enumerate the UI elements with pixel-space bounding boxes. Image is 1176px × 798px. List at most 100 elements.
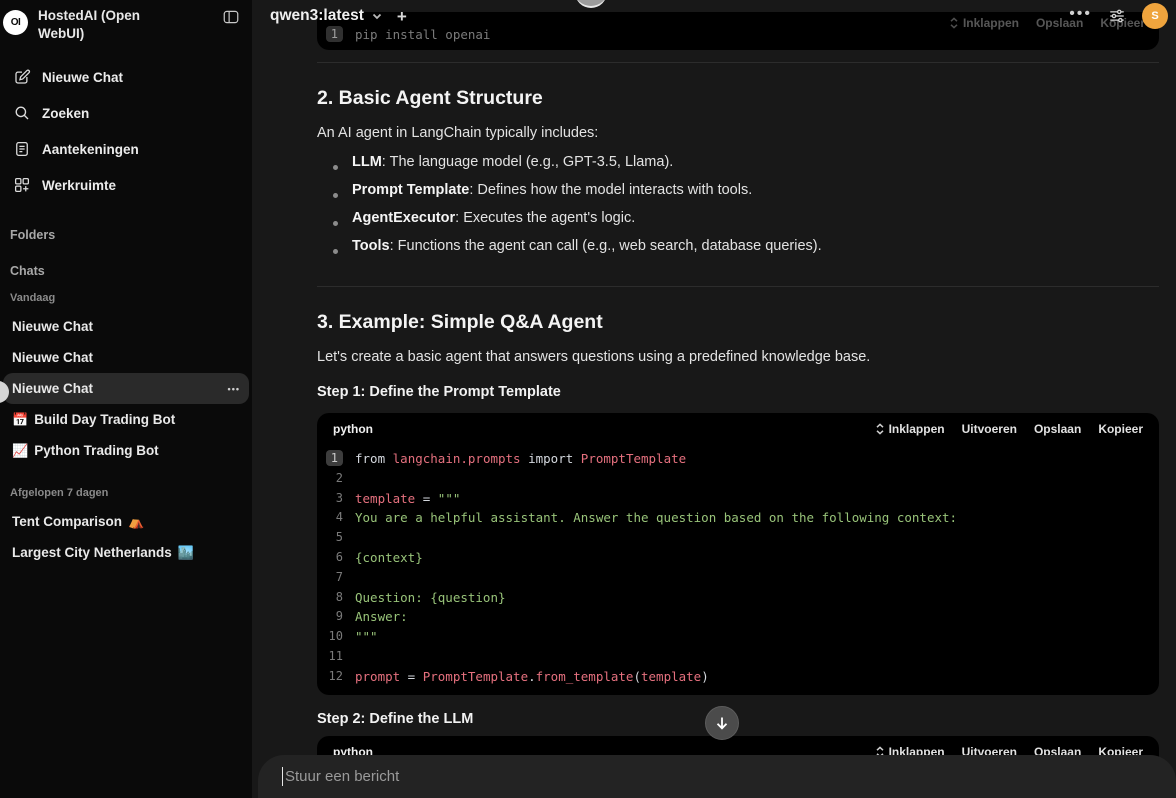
bullet-text: Prompt Template: Defines how the model i… bbox=[352, 182, 752, 198]
chat-item[interactable]: Largest City Netherlands🏙️ bbox=[3, 537, 249, 568]
inklappen-button[interactable]: Inklappen bbox=[875, 422, 945, 436]
uitvoeren-button[interactable]: Uitvoeren bbox=[962, 422, 1017, 436]
code-text: from langchain.prompts import PromptTemp… bbox=[355, 449, 686, 469]
opslaan-button[interactable]: Opslaan bbox=[1034, 422, 1081, 436]
chat-list-week: Tent Comparison ⛺ Largest City Netherlands… bbox=[0, 506, 252, 568]
bullet-dot bbox=[333, 165, 338, 170]
bullet-dot bbox=[333, 249, 338, 254]
code-language-label: python bbox=[333, 422, 373, 436]
chat-item-title: Nieuwe Chat bbox=[12, 319, 93, 334]
line-number: 4 bbox=[317, 508, 343, 528]
line-number: 5 bbox=[317, 528, 343, 548]
folders-section-label[interactable]: Folders bbox=[0, 225, 252, 245]
bullet-dot bbox=[333, 221, 338, 226]
section-heading: 2. Basic Agent Structure bbox=[317, 87, 1159, 110]
line-number: 3 bbox=[317, 489, 343, 509]
chats-section-label[interactable]: Chats bbox=[0, 261, 252, 281]
sidebar: OI HostedAI (Open WebUI) Nieuwe Chat Zoek… bbox=[0, 0, 252, 798]
tent-emoji: ⛺ bbox=[128, 514, 144, 530]
sidebar-menu: Nieuwe Chat Zoeken Aantekeningen Werkruimte bbox=[0, 59, 252, 203]
line-number: 6 bbox=[317, 548, 343, 568]
message-input-placeholder: Stuur een bericht bbox=[285, 768, 399, 785]
code-text: template = """ bbox=[355, 489, 460, 509]
chat-item-title: Nieuwe Chat bbox=[12, 381, 93, 396]
sidebar-item-werkruimte[interactable]: Werkruimte bbox=[0, 167, 252, 203]
scroll-to-bottom-button[interactable] bbox=[705, 706, 739, 740]
sidebar-item-nieuwe-chat[interactable]: Nieuwe Chat bbox=[0, 59, 252, 95]
app-title: HostedAI (Open WebUI) bbox=[38, 7, 168, 43]
chat-item[interactable]: Nieuwe Chat bbox=[3, 342, 249, 373]
code-text: prompt = PromptTemplate.from_template(te… bbox=[355, 667, 709, 687]
line-number: 10 bbox=[317, 627, 343, 647]
collapse-icon bbox=[875, 423, 885, 435]
chat-item-menu-icon[interactable]: ••• bbox=[228, 384, 240, 394]
chart-up-emoji: 📈 bbox=[12, 443, 28, 459]
bullet-text: Tools: Functions the agent can call (e.g… bbox=[352, 238, 822, 254]
sidebar-item-label: Aantekeningen bbox=[42, 142, 139, 157]
step1-label: Step 1: Define the Prompt Template bbox=[317, 384, 1159, 400]
code-body: 1 from langchain.prompts import PromptTem… bbox=[317, 445, 1159, 695]
code-text: """ bbox=[355, 627, 378, 647]
chat-item-title: Tent Comparison bbox=[12, 514, 122, 529]
line-number: 2 bbox=[317, 469, 343, 489]
message-divider bbox=[317, 62, 1159, 63]
main-area: qwen3:latest + ••• S bbox=[252, 0, 1176, 798]
sidebar-item-aantekeningen[interactable]: Aantekeningen bbox=[0, 131, 252, 167]
notes-icon bbox=[13, 140, 31, 158]
code-line: 3 template = """ bbox=[317, 489, 1159, 509]
line-number: 8 bbox=[317, 588, 343, 608]
sidebar-item-label: Nieuwe Chat bbox=[42, 70, 123, 85]
code-block-header: python Inklappen Uitvoeren Opslaan Kopieer bbox=[317, 413, 1159, 445]
bullet-item: Tools: Functions the agent can call (e.g… bbox=[317, 238, 1159, 266]
code-text: Answer: bbox=[355, 607, 408, 627]
chat-item[interactable]: Nieuwe Chat bbox=[3, 311, 249, 342]
markdown-section-3: 3. Example: Simple Q&A Agent Let's creat… bbox=[317, 311, 1159, 365]
line-number: 11 bbox=[317, 647, 343, 667]
cityscape-emoji: 🏙️ bbox=[178, 545, 194, 561]
topbar-right: ••• S bbox=[1069, 3, 1168, 29]
button-label: Inklappen bbox=[889, 422, 945, 436]
sidebar-header: OI HostedAI (Open WebUI) bbox=[0, 0, 252, 43]
kopieer-button[interactable]: Kopieer bbox=[1098, 422, 1143, 436]
bullet-text: LLM: The language model (e.g., GPT-3.5, … bbox=[352, 154, 673, 170]
chat-item[interactable]: Nieuwe Chat ••• bbox=[3, 373, 249, 404]
sidebar-toggle-icon[interactable] bbox=[222, 8, 240, 31]
controls-sliders-icon[interactable] bbox=[1108, 7, 1126, 25]
today-section-label: Vandaag bbox=[0, 291, 252, 305]
message-input[interactable]: Stuur een bericht bbox=[258, 755, 1176, 798]
code-line: 4You are a helpful assistant. Answer the… bbox=[317, 508, 1159, 528]
sidebar-item-label: Werkruimte bbox=[42, 178, 116, 193]
code-line: 7 bbox=[317, 568, 1159, 588]
chat-item-title: Nieuwe Chat bbox=[12, 350, 93, 365]
text-caret bbox=[282, 767, 283, 786]
more-options-icon[interactable]: ••• bbox=[1069, 5, 1092, 23]
app-logo-text: OI bbox=[11, 17, 21, 28]
bullet-item: LLM: The language model (e.g., GPT-3.5, … bbox=[317, 154, 1159, 182]
code-line: 5 bbox=[317, 528, 1159, 548]
app-logo[interactable]: OI bbox=[3, 10, 28, 35]
button-label: Kopieer bbox=[1098, 422, 1143, 436]
markdown-section-2: 2. Basic Agent Structure An AI agent in … bbox=[317, 87, 1159, 266]
chat-item[interactable]: 📈 Python Trading Bot bbox=[3, 435, 249, 466]
chat-item[interactable]: Tent Comparison ⛺ bbox=[3, 506, 249, 537]
bullet-item: Prompt Template: Defines how the model i… bbox=[317, 182, 1159, 210]
code-text: {context} bbox=[355, 548, 423, 568]
model-selector[interactable]: qwen3:latest + bbox=[270, 7, 407, 25]
new-chat-icon bbox=[13, 68, 31, 86]
code-line: 9Answer: bbox=[317, 607, 1159, 627]
code-text: Question: {question} bbox=[355, 588, 506, 608]
user-avatar[interactable]: S bbox=[1142, 3, 1168, 29]
chat-list-today: Nieuwe Chat Nieuwe Chat Nieuwe Chat ••• 📅Bui… bbox=[0, 311, 252, 466]
code-line: 1 from langchain.prompts import PromptTem… bbox=[317, 449, 1159, 469]
button-label: Uitvoeren bbox=[962, 422, 1017, 436]
sidebar-item-zoeken[interactable]: Zoeken bbox=[0, 95, 252, 131]
code-line: 12 prompt = PromptTemplate.from_template(… bbox=[317, 667, 1159, 687]
line-number: 12 bbox=[317, 667, 343, 687]
code-block-prompt-template: python Inklappen Uitvoeren Opslaan Kopieer 1f… bbox=[317, 413, 1159, 695]
add-model-button[interactable]: + bbox=[397, 8, 407, 25]
app-window: OI HostedAI (Open WebUI) Nieuwe Chat Zoek… bbox=[0, 0, 1176, 798]
chat-item[interactable]: 📅Build Day Trading Bot bbox=[3, 404, 249, 435]
bullet-item: AgentExecutor: Executes the agent's logi… bbox=[317, 210, 1159, 238]
line-number: 1 bbox=[317, 449, 343, 469]
chat-item-title: Python Trading Bot bbox=[34, 443, 159, 458]
